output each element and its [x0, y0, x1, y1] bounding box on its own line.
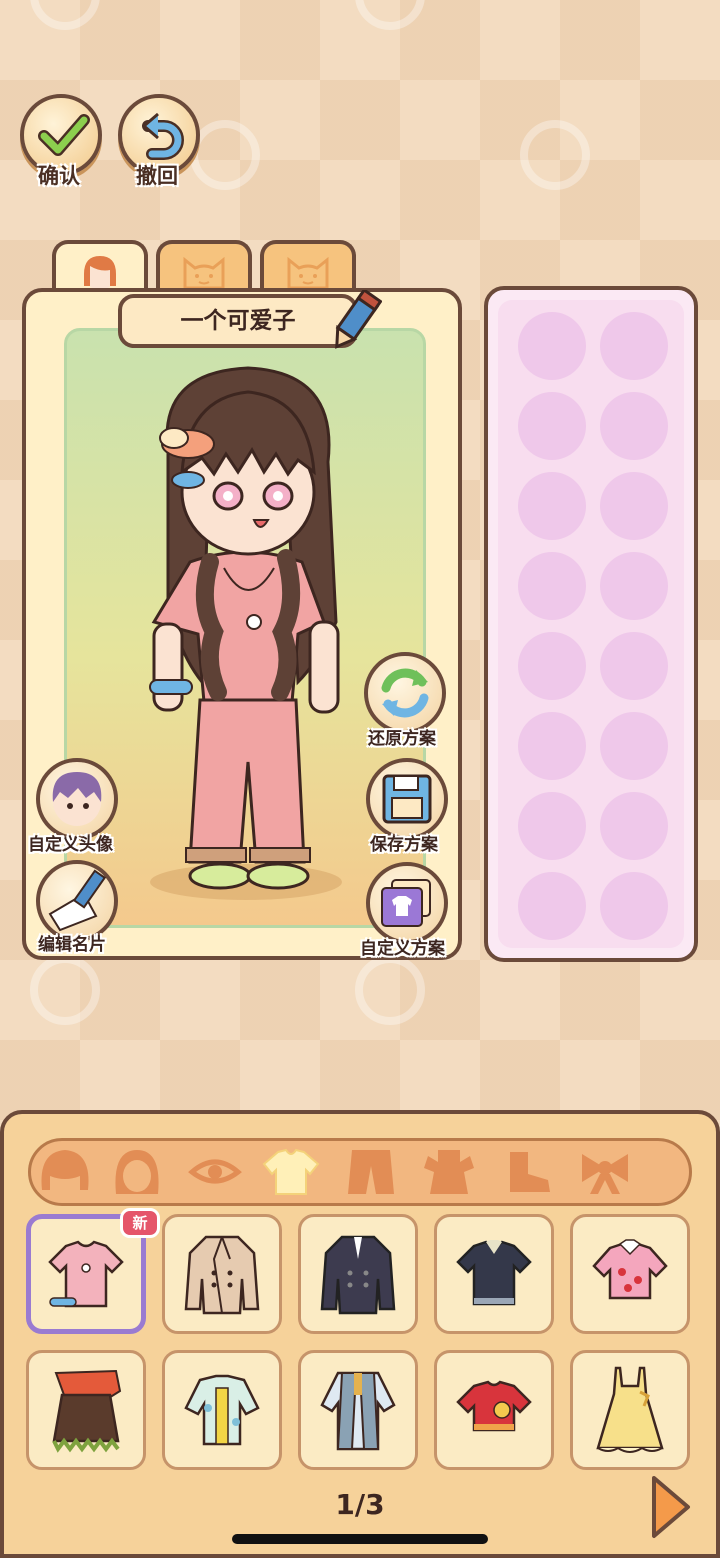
outfit-slot[interactable] — [600, 712, 668, 780]
next-page-arrow-icon[interactable] — [648, 1474, 692, 1540]
undo-arrow-icon — [142, 112, 184, 160]
face-icon[interactable] — [108, 1146, 166, 1198]
avatar-icon — [52, 772, 102, 826]
refresh-icon — [381, 668, 429, 718]
tshirt-icon — [48, 1240, 124, 1308]
custom-plan-button[interactable] — [366, 862, 448, 944]
yellow-dress-item[interactable] — [570, 1350, 690, 1470]
outfit-slot[interactable] — [600, 312, 668, 380]
outfit-slot[interactable] — [600, 552, 668, 620]
confirm-label: 确认 — [38, 164, 80, 188]
skirt-scarf-icon — [52, 1369, 122, 1453]
outfit-slot[interactable] — [600, 792, 668, 860]
pencil-icon[interactable] — [326, 290, 382, 354]
shirt-icon — [184, 1374, 260, 1446]
saved-outfit-slots-grid — [498, 300, 684, 948]
outfit-slot[interactable] — [518, 872, 586, 940]
outfit-slot[interactable] — [518, 392, 586, 460]
outfit-slot[interactable] — [518, 472, 586, 540]
dress-icon — [596, 1366, 664, 1453]
floppy-disk-icon — [382, 774, 432, 824]
home-indicator — [232, 1534, 488, 1544]
top-icon[interactable] — [262, 1146, 320, 1198]
moon-decoration — [520, 120, 590, 190]
girl-face-icon — [84, 256, 116, 290]
restore-plan-label: 还原方案 — [368, 729, 436, 749]
pants-icon[interactable] — [342, 1146, 400, 1198]
eye-icon[interactable] — [186, 1146, 244, 1198]
checkmark-icon — [38, 114, 90, 156]
navy-polo-item[interactable] — [434, 1214, 554, 1334]
jacket-icon — [320, 1371, 396, 1451]
moon-decoration — [190, 120, 260, 190]
dress-icon[interactable] — [420, 1146, 478, 1198]
character-name[interactable]: 一个可爱子 — [118, 294, 358, 348]
outfit-slot[interactable] — [600, 872, 668, 940]
crop-top-icon — [456, 1380, 532, 1432]
brown-skirt-scarf-item[interactable] — [26, 1350, 146, 1470]
hair-icon[interactable] — [36, 1146, 94, 1198]
polo-icon — [456, 1240, 532, 1306]
save-plan-label: 保存方案 — [370, 835, 438, 855]
moon-decoration — [30, 0, 100, 30]
outfit-slot[interactable] — [518, 632, 586, 700]
restore-plan-button[interactable] — [364, 652, 446, 734]
shoes-icon[interactable] — [500, 1146, 558, 1198]
outfit-cards-icon — [381, 879, 431, 927]
custom-avatar-button[interactable] — [36, 758, 118, 840]
beige-trench-coat-item[interactable] — [162, 1214, 282, 1334]
custom-plan-label: 自定义方案 — [360, 939, 445, 959]
red-apple-top-item[interactable] — [434, 1350, 554, 1470]
outfit-slot[interactable] — [518, 312, 586, 380]
undo-label: 撤回 — [136, 164, 178, 188]
grey-vest-jacket-item[interactable] — [298, 1350, 418, 1470]
save-plan-button[interactable] — [366, 758, 448, 840]
coat-icon — [184, 1235, 260, 1315]
coat-icon — [320, 1235, 396, 1315]
character-avatar — [149, 366, 342, 900]
outfit-slot[interactable] — [600, 632, 668, 700]
bow-icon[interactable] — [576, 1146, 634, 1198]
outfit-slot[interactable] — [518, 712, 586, 780]
outfit-slot[interactable] — [600, 392, 668, 460]
moon-decoration — [30, 955, 100, 1025]
edit-card-label: 编辑名片 — [38, 935, 106, 955]
page-indicator: 1/3 — [335, 1488, 385, 1521]
moon-decoration — [355, 0, 425, 30]
card-pencil-icon — [48, 869, 107, 932]
outfit-slot[interactable] — [518, 552, 586, 620]
moon-decoration — [355, 955, 425, 1025]
new-badge: 新 — [120, 1208, 160, 1238]
cat-face-icon — [287, 256, 329, 290]
outfit-slot[interactable] — [518, 792, 586, 860]
strawberry-shirt-item[interactable] — [570, 1214, 690, 1334]
saved-outfit-slots-panel — [484, 286, 698, 962]
shirt-icon — [592, 1239, 668, 1300]
floral-shirt-item[interactable] — [162, 1350, 282, 1470]
navy-coat-item[interactable] — [298, 1214, 418, 1334]
cat-face-icon — [183, 256, 225, 290]
outfit-slot[interactable] — [600, 472, 668, 540]
custom-avatar-label: 自定义头像 — [28, 835, 113, 855]
